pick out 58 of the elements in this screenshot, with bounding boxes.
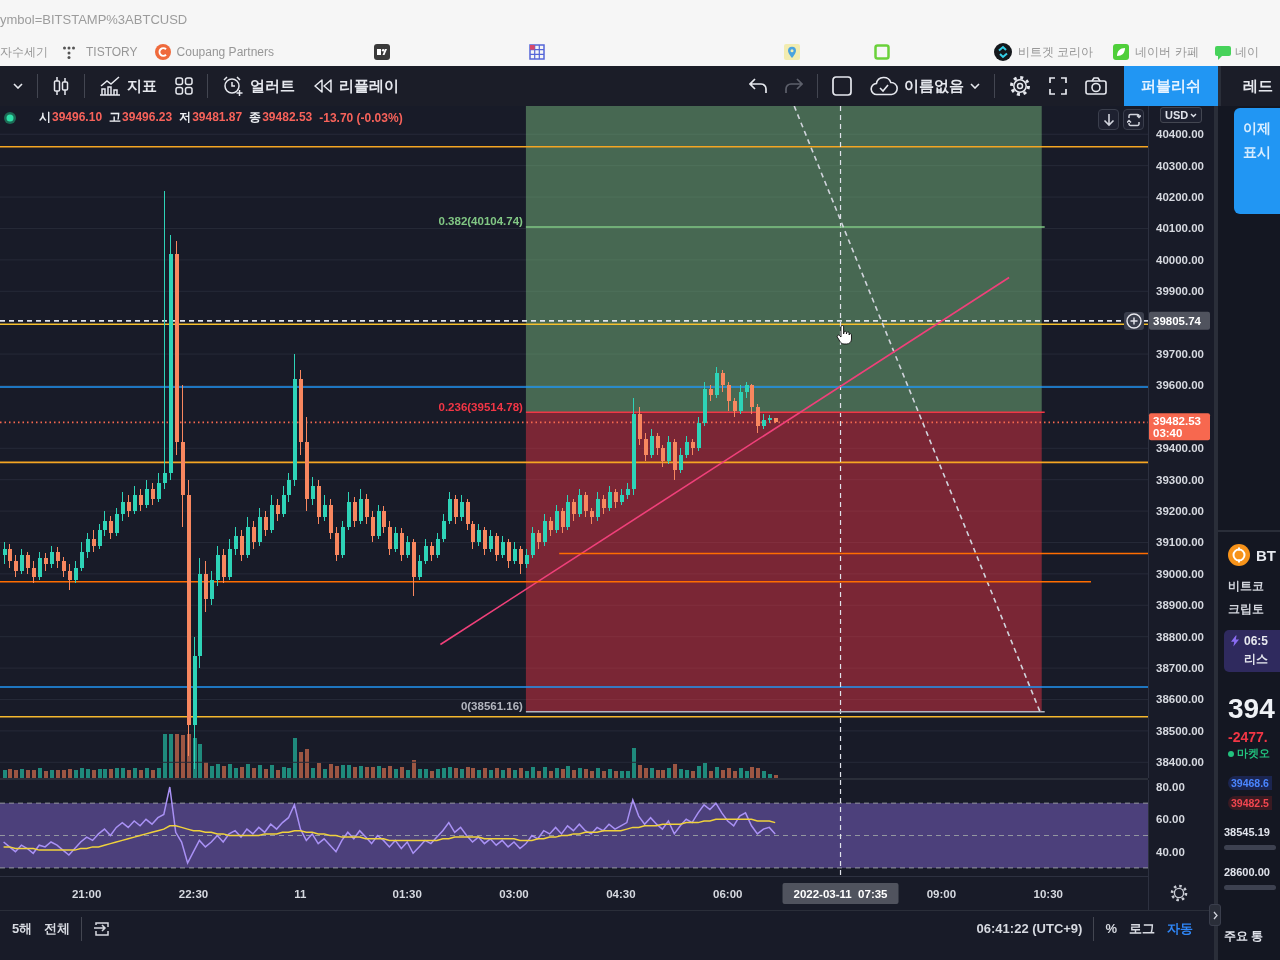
price-axis-label: 39700.00 xyxy=(1156,348,1204,361)
price-axis-label: 39600.00 xyxy=(1156,379,1204,392)
ref-line-label: 39482.53 xyxy=(1153,415,1201,428)
event-time: 06:5 xyxy=(1244,634,1269,648)
rsi-axis-label: 80.00 xyxy=(1156,780,1185,793)
price-axis-label: 39000.00 xyxy=(1156,567,1204,580)
event-text: 리스 xyxy=(1243,651,1269,668)
time-axis-label: 10:30 xyxy=(1033,888,1063,900)
time-axis-label: 04:30 xyxy=(606,888,636,900)
last-price: 394 xyxy=(1228,693,1275,725)
legend-value: 시39496.10 xyxy=(39,109,103,126)
crosshair-time-label: 2022-03-11 07:35 xyxy=(782,883,899,904)
price-axis-label: 39400.00 xyxy=(1156,442,1204,455)
time-axis-label: 01:30 xyxy=(392,888,422,900)
rsi-axis-label: 60.00 xyxy=(1156,813,1185,826)
time-axis-label: 21:00 xyxy=(71,888,102,900)
symbol-ticker: BT xyxy=(1256,546,1276,564)
ref-line-label: 2022-03-11 07:35 xyxy=(793,888,889,900)
legend-value: 종39482.53 xyxy=(249,109,313,126)
price-axis-label: 39200.00 xyxy=(1156,505,1204,518)
time-axis-label: 22:30 xyxy=(178,888,209,900)
legend-value: 저39481.87 xyxy=(179,109,243,126)
stat-value: 28600.00 xyxy=(1224,866,1270,878)
price-axis-label: 38400.00 xyxy=(1156,756,1204,769)
section-title: 주요 통 xyxy=(1224,928,1264,945)
legend-value: 고39496.23 xyxy=(109,109,173,126)
price-axis-label: 40000.00 xyxy=(1156,253,1204,266)
price-axis-label: 40300.00 xyxy=(1156,159,1204,172)
price-axis-label: 38900.00 xyxy=(1156,599,1204,612)
price-axis-label: 39300.00 xyxy=(1156,473,1204,486)
market-status: 마켓오 xyxy=(1237,747,1270,761)
ref-line-label: 39805.74 xyxy=(1153,314,1202,327)
stat-value: 38545.19 xyxy=(1224,826,1270,838)
legend-change: -13.70 (-0.03%) xyxy=(319,110,403,125)
symbol-type: 크립토 xyxy=(1228,601,1264,618)
price-axis-label: 40400.00 xyxy=(1156,128,1204,141)
time-axis-label: 06:00 xyxy=(713,888,743,900)
price-axis-label: 40200.00 xyxy=(1156,191,1204,204)
fib-level-label: 0(38561.16) xyxy=(460,700,523,713)
time-axis-label: 03:00 xyxy=(499,888,529,900)
time-axis-label: 09:00 xyxy=(926,888,957,900)
price-axis-label: 38600.00 xyxy=(1156,693,1204,706)
price-axis-label: 38500.00 xyxy=(1156,724,1204,737)
price-axis-label: 39900.00 xyxy=(1156,285,1204,298)
panel-title: 레드 xyxy=(1243,76,1273,96)
ask-price: 39482.5 xyxy=(1228,796,1272,810)
price-change: -2477. xyxy=(1228,729,1268,745)
fib-level-label: 0.382(40104.74) xyxy=(438,215,523,228)
last-price-label: 39482.53 03:40 xyxy=(1149,413,1210,441)
price-axis-label: 38700.00 xyxy=(1156,662,1204,675)
rsi-axis-label: 40.00 xyxy=(1156,845,1185,858)
symbol-name: 비트코 xyxy=(1228,578,1264,595)
price-axis-label: 40100.00 xyxy=(1156,222,1204,235)
fib-level-label: 0.236(39514.78) xyxy=(438,400,523,413)
time-axis-label: 11 xyxy=(294,888,307,900)
bid-price: 39468.6 xyxy=(1228,776,1272,790)
price-axis-label: 39100.00 xyxy=(1156,536,1204,549)
price-axis-label: 38800.00 xyxy=(1156,630,1204,643)
